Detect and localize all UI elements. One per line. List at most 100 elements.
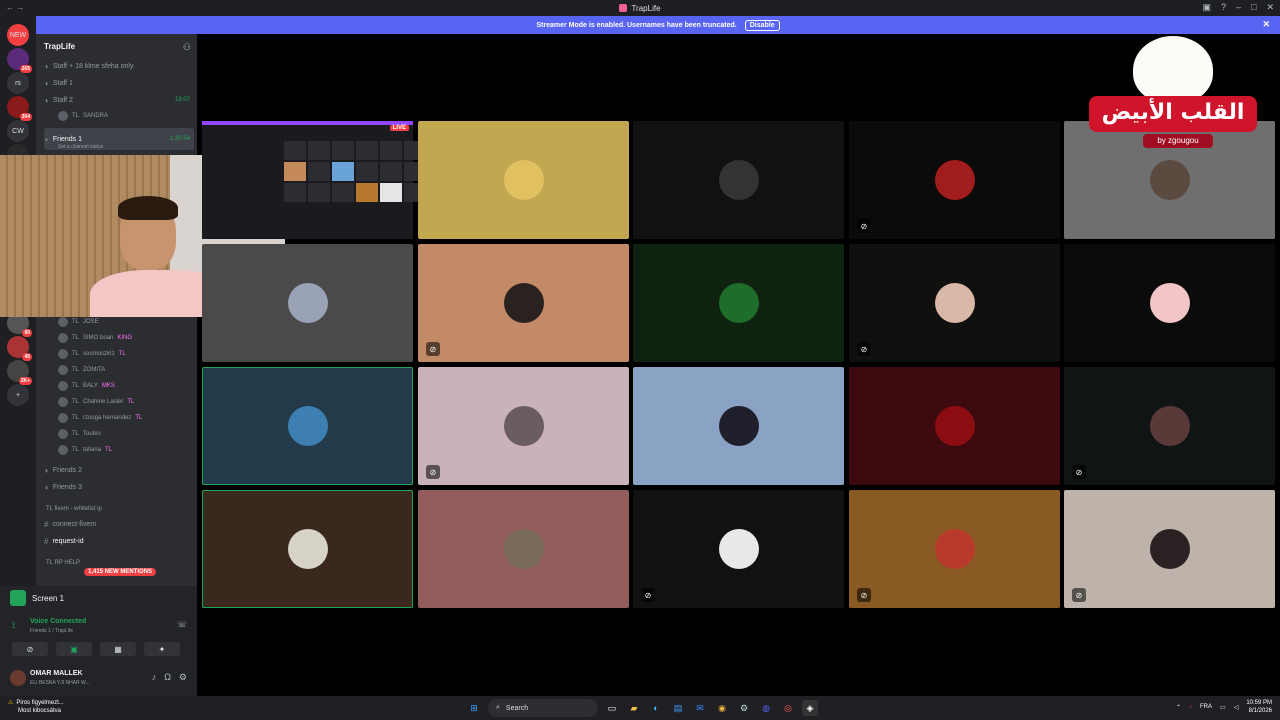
signal-icon[interactable]: ⟟: [12, 620, 15, 631]
title-bar: ← → TrapLife ▣ ? – □ ✕: [0, 0, 1280, 16]
chrome-icon[interactable]: ◉: [714, 700, 730, 716]
participant-tile[interactable]: [633, 367, 844, 485]
tray-chevron-icon[interactable]: ⌃: [1176, 704, 1181, 711]
disconnect-icon[interactable]: ☏: [177, 620, 187, 629]
microphone-icon[interactable]: ♪: [152, 672, 157, 683]
voice-user[interactable]: TL tatiana TL: [58, 442, 194, 458]
voice-user[interactable]: TL SIMO boan KING: [58, 330, 194, 346]
activities-button[interactable]: ▦: [100, 642, 136, 656]
avatar: [503, 529, 544, 569]
participant-tile[interactable]: ⊘: [418, 367, 629, 485]
server-icon[interactable]: 265: [7, 48, 32, 73]
task-view-icon[interactable]: ▭: [604, 700, 620, 716]
language-indicator[interactable]: FRA: [1200, 704, 1212, 710]
screen-share-panel[interactable]: Screen 1: [0, 586, 197, 610]
channel-staff-18[interactable]: ◖ Staff + 18 klme sfeha only: [44, 58, 194, 74]
obs-icon[interactable]: ◈: [802, 700, 818, 716]
guild-name[interactable]: TrapLife: [44, 42, 75, 51]
avatar: [1149, 160, 1190, 200]
server-icon[interactable]: +: [7, 384, 29, 406]
participant-tile[interactable]: [202, 244, 413, 362]
channel-logo: القلب الأبيض by zgougou: [1085, 36, 1260, 156]
category-fivem[interactable]: TL fivem - whitelist ip: [46, 506, 102, 512]
server-icon[interactable]: CW: [7, 120, 29, 142]
avatar: [934, 160, 975, 200]
voice-user[interactable]: TL ZOMITA: [58, 362, 194, 378]
participant-tile[interactable]: ⊘: [633, 490, 844, 608]
participant-tile[interactable]: [633, 121, 844, 239]
camera-button[interactable]: ⊘: [12, 642, 48, 656]
maximize-button[interactable]: □: [1251, 2, 1256, 13]
username[interactable]: OMAR MALLEK: [30, 670, 83, 677]
participant-tile[interactable]: [202, 367, 413, 485]
avatar: [58, 317, 68, 327]
channel-request-id[interactable]: # request-id: [44, 533, 194, 549]
voice-user[interactable]: TL rzouga hernandez TL: [58, 410, 194, 426]
participant-tile[interactable]: ⊘: [1064, 490, 1275, 608]
network-icon[interactable]: ▭: [1220, 704, 1226, 711]
share-screen-button[interactable]: ▣: [56, 642, 92, 656]
channel-friends-2[interactable]: ◖ Friends 2: [44, 462, 194, 478]
voice-user[interactable]: TL Chahine Lasler TL: [58, 394, 194, 410]
avatar: [287, 283, 328, 323]
channel-staff-1[interactable]: ◖ Staff 1: [44, 75, 194, 91]
file-explorer-icon[interactable]: ▰: [626, 700, 642, 716]
nav-arrows[interactable]: ← →: [6, 3, 24, 12]
stream-preview[interactable]: LIVE: [202, 121, 426, 239]
voice-user[interactable]: TL BALY MKS: [58, 378, 194, 394]
participant-tile[interactable]: ⊘: [849, 121, 1060, 239]
edge-icon[interactable]: ◐: [648, 700, 664, 716]
notification-toast[interactable]: ⚠ Piros figyelmezt... Most kibocsátva: [8, 699, 64, 715]
server-icon[interactable]: rs: [7, 72, 29, 94]
voice-user[interactable]: TL soumoszkl1 TL: [58, 346, 194, 362]
server-icon[interactable]: 304: [7, 96, 32, 121]
category-rp-help[interactable]: TL RP HELP: [46, 560, 80, 566]
participant-tile[interactable]: [202, 490, 413, 608]
server-icon[interactable]: NEW: [7, 24, 29, 46]
soundboard-button[interactable]: ✦: [144, 642, 180, 656]
participant-tile[interactable]: [849, 367, 1060, 485]
participant-tile[interactable]: ⊘: [1064, 367, 1275, 485]
voice-user[interactable]: TL SANDRA: [58, 108, 194, 124]
avatar: [287, 529, 328, 569]
clock[interactable]: 10:59 PM 8/1/2026: [1246, 699, 1272, 715]
server-icon[interactable]: 2K+: [7, 360, 32, 385]
minimize-button[interactable]: –: [1236, 2, 1241, 13]
participant-tile[interactable]: ⊘: [849, 244, 1060, 362]
add-member-icon[interactable]: ⚇: [183, 42, 191, 53]
gear-icon[interactable]: ⚙: [179, 672, 187, 683]
participant-tile[interactable]: ⊘: [418, 244, 629, 362]
disable-streamer-mode-button[interactable]: Disable: [744, 19, 780, 31]
search-box[interactable]: ⌕ Search: [488, 699, 598, 717]
avatar[interactable]: [10, 670, 26, 686]
app-icon[interactable]: ◎: [780, 700, 796, 716]
voice-user[interactable]: TL Toutes: [58, 426, 194, 442]
steam-icon[interactable]: ⚙: [736, 700, 752, 716]
participant-tile[interactable]: ⊘: [849, 490, 1060, 608]
voice-location[interactable]: Friends 1 / TrapLife: [30, 628, 73, 634]
store-icon[interactable]: ▤: [670, 700, 686, 716]
headphones-icon[interactable]: Ω: [164, 672, 171, 683]
muted-icon: ⊘: [857, 219, 871, 233]
participant-tile[interactable]: [418, 121, 629, 239]
mail-icon[interactable]: ✉: [692, 700, 708, 716]
participant-tile[interactable]: [418, 490, 629, 608]
inbox-icon[interactable]: ▣: [1202, 2, 1211, 13]
volume-icon[interactable]: ◁: [1234, 704, 1239, 711]
voice-status[interactable]: Voice Connected: [30, 618, 86, 625]
close-banner-icon[interactable]: ✕: [1262, 19, 1270, 30]
server-icon[interactable]: 46: [7, 336, 32, 361]
close-window-button[interactable]: ✕: [1266, 2, 1274, 13]
channel-friends-3[interactable]: ◖ Friends 3: [44, 479, 194, 495]
channel-connect-fivem[interactable]: # connect-fivem: [44, 516, 194, 532]
participant-tile[interactable]: [633, 244, 844, 362]
user-tag: MKS: [101, 383, 115, 389]
new-mentions-pill[interactable]: 1,415 NEW MENTIONS: [84, 568, 157, 576]
mic-tray-icon[interactable]: ♪: [1189, 704, 1192, 710]
help-icon[interactable]: ?: [1221, 2, 1226, 13]
participant-tile[interactable]: [1064, 244, 1275, 362]
windows-start-icon[interactable]: ⊞: [466, 700, 482, 716]
channel-staff-2[interactable]: ◖ Staff 2 19:07: [44, 92, 194, 108]
channel-status[interactable]: Set a channel status: [58, 144, 103, 150]
discord-icon[interactable]: ◍: [758, 700, 774, 716]
